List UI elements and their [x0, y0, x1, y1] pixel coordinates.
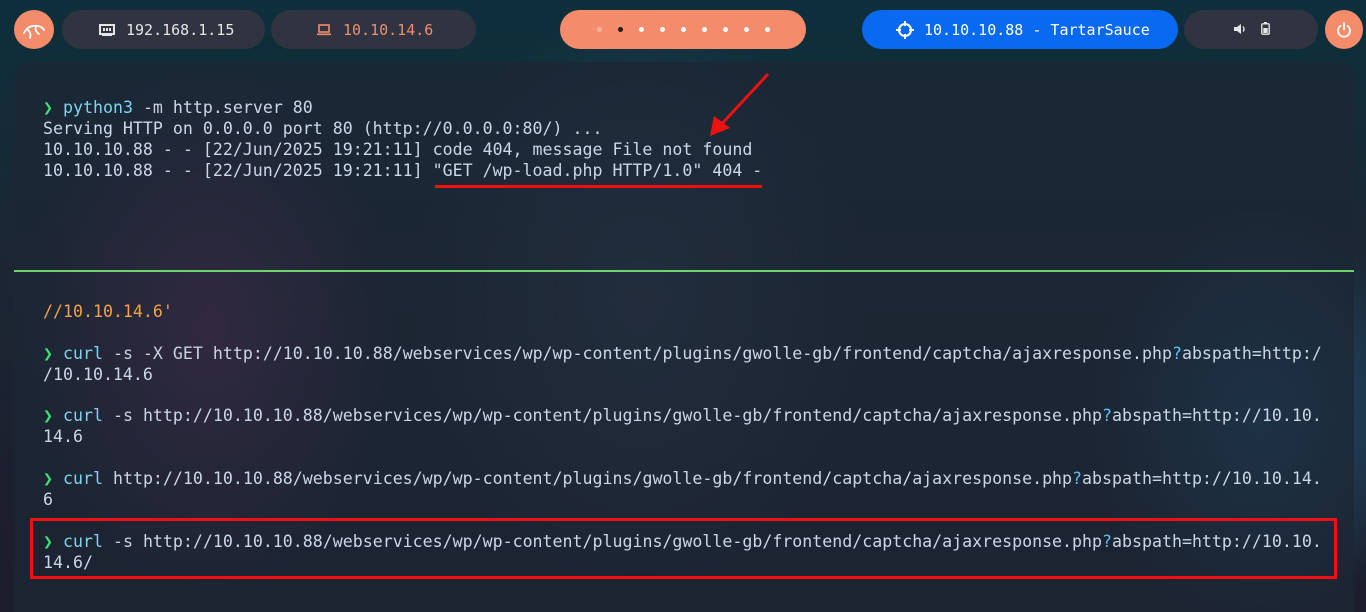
query-separator: ? [1171, 344, 1182, 363]
battery-icon[interactable] [1260, 21, 1270, 39]
system-tray[interactable] [1184, 10, 1318, 49]
command-name: python3 [63, 98, 133, 117]
curl-command-wrap: 6 [43, 490, 53, 509]
prompt-symbol: ❯ [43, 344, 53, 363]
command-flags [103, 469, 113, 488]
curl-command-line: ❯ curl http://10.10.10.88/webservices/wp… [43, 468, 1322, 489]
laptop-icon [315, 21, 333, 39]
server-log-line-highlight: 10.10.10.88 - - [22/Jun/2025 19:21:11] "… [43, 161, 763, 180]
command-name: curl [63, 469, 103, 488]
command-url: http://10.10.10.88/webservices/wp/wp-con… [112, 469, 1073, 488]
workspace-2[interactable] [617, 27, 623, 32]
server-log-line: 10.10.10.88 - - [22/Jun/2025 19:21:11] c… [43, 140, 753, 159]
workspace-8[interactable] [743, 27, 749, 32]
kali-dragon-icon [23, 24, 45, 39]
curl-command-wrap: 14.6 [43, 427, 83, 446]
local-ip-indicator: 192.168.1.15 [62, 10, 265, 49]
command-name: curl [63, 406, 103, 425]
prompt-symbol: ❯ [43, 532, 53, 551]
curl-command-line: ❯ curl -s http://10.10.10.88/webservices… [43, 405, 1322, 426]
crosshair-icon [896, 20, 914, 39]
http-server-command-line: ❯ python3 -m http.server 80 [43, 97, 313, 118]
curl-command-line: ❯ curl -s -X GET http://10.10.10.88/webs… [43, 343, 1322, 364]
power-icon [1337, 21, 1351, 37]
workspace-3[interactable] [638, 27, 644, 32]
curl-command-line-highlight: ❯ curl -s http://10.10.10.88/webservices… [43, 531, 1322, 552]
prompt-symbol: ❯ [43, 98, 53, 117]
server-output-line: Serving HTTP on 0.0.0.0 port 80 (http://… [43, 119, 603, 138]
command-flags: -s [102, 406, 143, 425]
workspace-switcher[interactable] [560, 10, 806, 49]
local-ip-text: 192.168.1.15 [126, 20, 235, 39]
vpn-ip-indicator: 10.10.14.6 [271, 10, 476, 49]
curl-command-wrap: 14.6/ [43, 553, 93, 572]
command-url: http://10.10.10.88/webservices/wp/wp-con… [142, 406, 1103, 425]
command-name: curl [63, 344, 103, 363]
terminal-window[interactable]: ❯ python3 -m http.server 80 Serving HTTP… [14, 62, 1354, 612]
network-icon [98, 21, 116, 39]
query-string: abspath=http://10.10. [1112, 406, 1322, 425]
pane-divider[interactable] [14, 270, 1354, 272]
query-separator: ? [1072, 469, 1083, 488]
prompt-symbol: ❯ [43, 406, 53, 425]
prompt-symbol: ❯ [43, 469, 53, 488]
query-separator: ? [1102, 406, 1113, 425]
query-string: abspath=http:/ [1181, 344, 1322, 363]
volume-icon[interactable] [1233, 21, 1247, 39]
query-separator: ? [1102, 532, 1113, 551]
target-indicator: 10.10.10.88 - TartarSauce [862, 10, 1178, 49]
command-flags: -s [102, 532, 143, 551]
command-args: http.server 80 [172, 98, 313, 117]
command-flag: -m [142, 98, 163, 117]
power-button[interactable] [1325, 10, 1363, 49]
workspace-7[interactable] [722, 27, 728, 32]
query-string: abspath=http://10.10. [1112, 532, 1322, 551]
annotation-underline [435, 185, 762, 188]
curl-command-wrap: /10.10.14.6 [43, 365, 153, 384]
annotation-arrow [710, 72, 770, 136]
vpn-ip-text: 10.10.14.6 [343, 20, 434, 39]
query-string: abspath=http://10.10.14. [1082, 469, 1322, 488]
command-flags: -s -X GET [102, 344, 213, 363]
command-name: curl [63, 532, 103, 551]
kali-menu-button[interactable] [14, 10, 54, 49]
command-url: http://10.10.10.88/webservices/wp/wp-con… [212, 344, 1172, 363]
workspace-1[interactable] [596, 27, 602, 32]
partial-output-line: //10.10.14.6' [43, 302, 173, 321]
command-url: http://10.10.10.88/webservices/wp/wp-con… [142, 532, 1103, 551]
workspace-5[interactable] [680, 27, 686, 32]
target-text: 10.10.10.88 - TartarSauce [924, 20, 1150, 39]
workspace-9[interactable] [764, 27, 770, 32]
workspace-6[interactable] [701, 27, 707, 32]
workspace-4[interactable] [659, 27, 665, 32]
